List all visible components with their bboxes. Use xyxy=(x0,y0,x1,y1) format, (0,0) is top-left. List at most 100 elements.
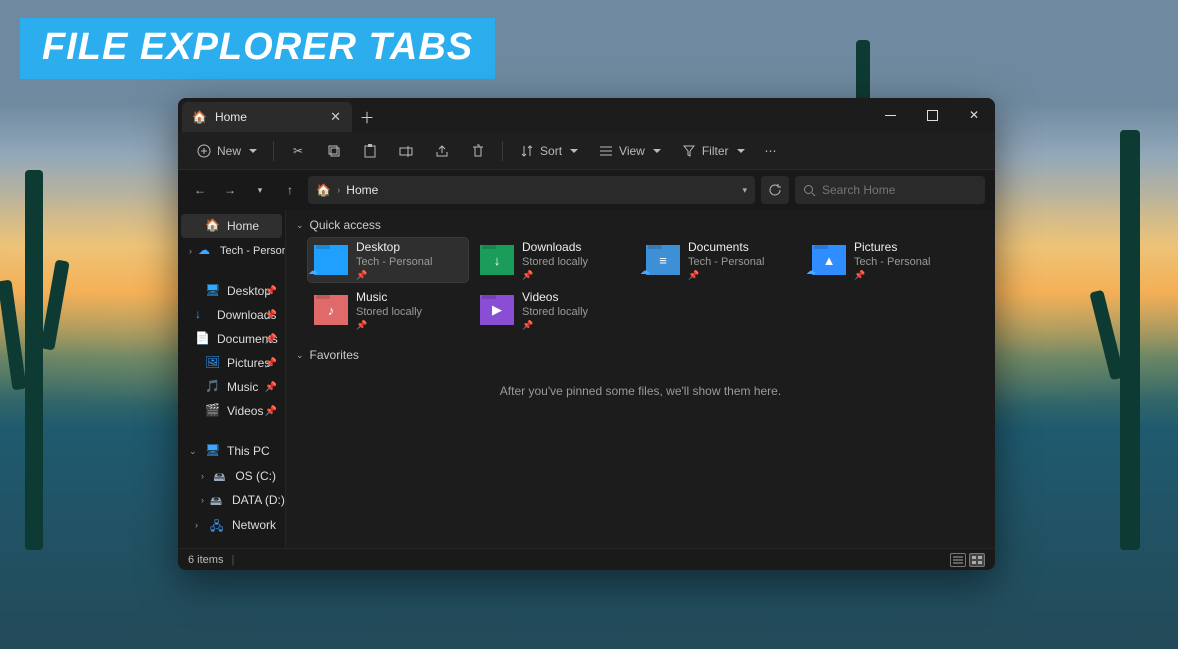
pin-icon: 📌 xyxy=(522,270,588,281)
pin-icon: 📌 xyxy=(688,270,764,281)
minimize-button[interactable] xyxy=(869,98,911,132)
paste-button[interactable] xyxy=(354,139,386,163)
drive-icon: 🖴 xyxy=(213,468,229,484)
pin-icon: 📌 xyxy=(356,320,422,331)
video-title-banner: FILE EXPLORER TABS xyxy=(20,18,495,79)
pin-icon: 📌 xyxy=(356,270,432,281)
share-button[interactable] xyxy=(426,139,458,163)
rename-icon xyxy=(398,143,414,159)
sidebar-item-home[interactable]: 🏠 Home xyxy=(181,214,282,238)
sidebar-item-pictures[interactable]: 🖼Pictures📌 xyxy=(181,351,282,375)
command-toolbar: New ✂ Sort View Filter ⋯ xyxy=(178,132,995,170)
sidebar-item-this-pc[interactable]: ⌄ 🖥 This PC xyxy=(181,439,282,463)
sidebar-item-desktop[interactable]: 🖥Desktop📌 xyxy=(181,279,282,303)
content-pane: ⌄ Quick access ☁ Desktop Tech - Personal… xyxy=(286,210,995,548)
music-icon: 🎵 xyxy=(205,379,221,395)
home-icon: 🏠 xyxy=(192,110,207,124)
search-icon xyxy=(803,184,816,197)
pin-icon: 📌 xyxy=(265,334,277,345)
search-box[interactable] xyxy=(795,176,985,204)
network-icon: 🖧 xyxy=(210,517,226,533)
folder-icon: ≡ ☁ xyxy=(646,245,680,275)
tile-subtitle: Stored locally xyxy=(522,306,588,318)
address-bar[interactable]: 🏠 › Home ▾ xyxy=(308,176,755,204)
section-favorites[interactable]: ⌄ Favorites xyxy=(296,344,985,366)
home-icon: 🏠 xyxy=(316,183,331,197)
picture-icon: 🖼 xyxy=(205,355,221,371)
tile-name: Pictures xyxy=(854,240,930,254)
sidebar-item-drive[interactable]: ›🖴OS (C:) xyxy=(181,464,282,488)
quick-item-desktop[interactable]: ☁ Desktop Tech - Personal 📌 xyxy=(308,238,468,282)
quick-item-downloads[interactable]: ↓ Downloads Stored locally 📌 xyxy=(474,238,634,282)
rename-button[interactable] xyxy=(390,139,422,163)
more-button[interactable]: ⋯ xyxy=(757,140,785,162)
cloud-badge-icon: ☁ xyxy=(308,266,318,277)
quick-item-videos[interactable]: ▶ Videos Stored locally 📌 xyxy=(474,288,634,332)
sort-icon xyxy=(519,143,535,159)
tile-name: Documents xyxy=(688,240,764,254)
tab-home[interactable]: 🏠 Home ✕ xyxy=(182,102,352,132)
details-view-button[interactable] xyxy=(950,553,966,567)
sidebar-item-network[interactable]: › 🖧 Network xyxy=(181,513,282,537)
cloud-badge-icon: ☁ xyxy=(640,266,650,277)
view-icon xyxy=(598,143,614,159)
tile-subtitle: Tech - Personal xyxy=(356,256,432,268)
folder-icon: ↓ xyxy=(480,245,514,275)
new-button[interactable]: New xyxy=(188,139,265,163)
copy-button[interactable] xyxy=(318,139,350,163)
new-tab-button[interactable]: ＋ xyxy=(352,102,382,132)
delete-button[interactable] xyxy=(462,139,494,163)
filter-icon xyxy=(681,143,697,159)
tile-subtitle: Stored locally xyxy=(356,306,422,318)
cut-button[interactable]: ✂ xyxy=(282,139,314,163)
tiles-view-button[interactable] xyxy=(969,553,985,567)
close-window-button[interactable]: ✕ xyxy=(953,98,995,132)
plus-circle-icon xyxy=(196,143,212,159)
nav-forward-button[interactable]: → xyxy=(218,178,242,202)
folder-icon: ♪ xyxy=(314,295,348,325)
cut-icon: ✂ xyxy=(290,143,306,159)
expand-icon[interactable]: › xyxy=(201,495,204,505)
navigation-row: ← → ▾ ↑ 🏠 › Home ▾ xyxy=(178,170,995,210)
sidebar-item-music[interactable]: 🎵Music📌 xyxy=(181,375,282,399)
pin-icon: 📌 xyxy=(265,358,277,369)
favorites-empty-message: After you've pinned some files, we'll sh… xyxy=(296,366,985,416)
refresh-button[interactable] xyxy=(761,176,789,204)
maximize-button[interactable] xyxy=(911,98,953,132)
view-button[interactable]: View xyxy=(590,139,669,163)
drive-icon: 🖴 xyxy=(210,492,226,508)
breadcrumb-segment[interactable]: Home xyxy=(346,183,378,197)
chevron-down-icon[interactable]: ▾ xyxy=(742,185,747,196)
video-icon: 🎬 xyxy=(205,403,221,419)
folder-icon: ☁ xyxy=(314,245,348,275)
search-input[interactable] xyxy=(822,183,977,197)
titlebar: 🏠 Home ✕ ＋ ✕ xyxy=(178,98,995,132)
pin-icon: 📌 xyxy=(265,310,277,321)
nav-up-button[interactable]: ↑ xyxy=(278,178,302,202)
sidebar-item-videos[interactable]: 🎬Videos📌 xyxy=(181,399,282,423)
expand-icon[interactable]: › xyxy=(189,246,192,256)
cloud-badge-icon: ☁ xyxy=(806,266,816,277)
section-quick-access[interactable]: ⌄ Quick access xyxy=(296,214,985,236)
sidebar-item-documents[interactable]: 📄Documents📌 xyxy=(181,327,282,351)
sidebar-item-drive[interactable]: ›🖴DATA (D:) xyxy=(181,488,282,512)
nav-history-button[interactable]: ▾ xyxy=(248,178,272,202)
sidebar-item-onedrive[interactable]: › ☁ Tech - Personal xyxy=(181,239,282,263)
expand-icon[interactable]: › xyxy=(195,520,204,530)
status-bar: 6 items| xyxy=(178,548,995,570)
paste-icon xyxy=(362,143,378,159)
quick-item-documents[interactable]: ≡ ☁ Documents Tech - Personal 📌 xyxy=(640,238,800,282)
quick-item-pictures[interactable]: ▲ ☁ Pictures Tech - Personal 📌 xyxy=(806,238,966,282)
collapse-icon[interactable]: ⌄ xyxy=(189,446,199,457)
nav-back-button[interactable]: ← xyxy=(188,178,212,202)
expand-icon[interactable]: › xyxy=(201,471,207,481)
filter-button[interactable]: Filter xyxy=(673,139,753,163)
item-count: 6 items xyxy=(188,554,223,566)
tab-close-button[interactable]: ✕ xyxy=(325,107,346,127)
home-icon: 🏠 xyxy=(205,218,221,234)
tile-subtitle: Tech - Personal xyxy=(854,256,930,268)
sidebar-item-downloads[interactable]: ↓Downloads📌 xyxy=(181,303,282,327)
sort-button[interactable]: Sort xyxy=(511,139,586,163)
trash-icon xyxy=(470,143,486,159)
quick-item-music[interactable]: ♪ Music Stored locally 📌 xyxy=(308,288,468,332)
